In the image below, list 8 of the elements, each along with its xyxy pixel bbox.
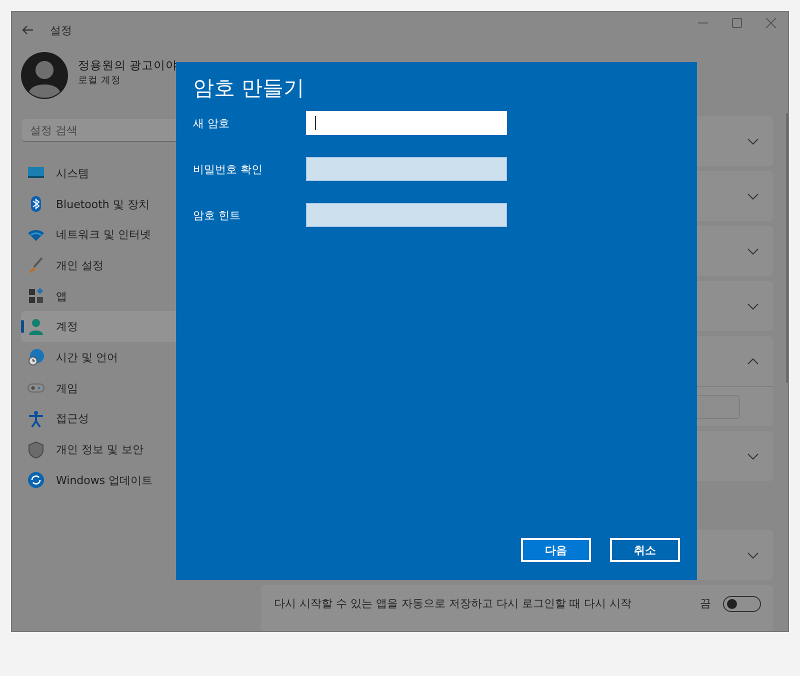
- setting-label: 다시 시작할 수 있는 앱을 자동으로 저장하고 다시 로그인할 때 다시 시작: [274, 596, 632, 611]
- user-name: 정용원의 광고이야: [78, 58, 178, 73]
- toggle-state: 끔: [700, 596, 711, 611]
- dialog-title: 암호 만들기: [193, 75, 306, 102]
- field-label: 암호 힌트: [193, 208, 242, 222]
- account-type: 로컬 계정: [78, 74, 122, 87]
- field-label: 비밀번호 확인: [193, 162, 264, 176]
- window-title: 설정: [50, 22, 72, 38]
